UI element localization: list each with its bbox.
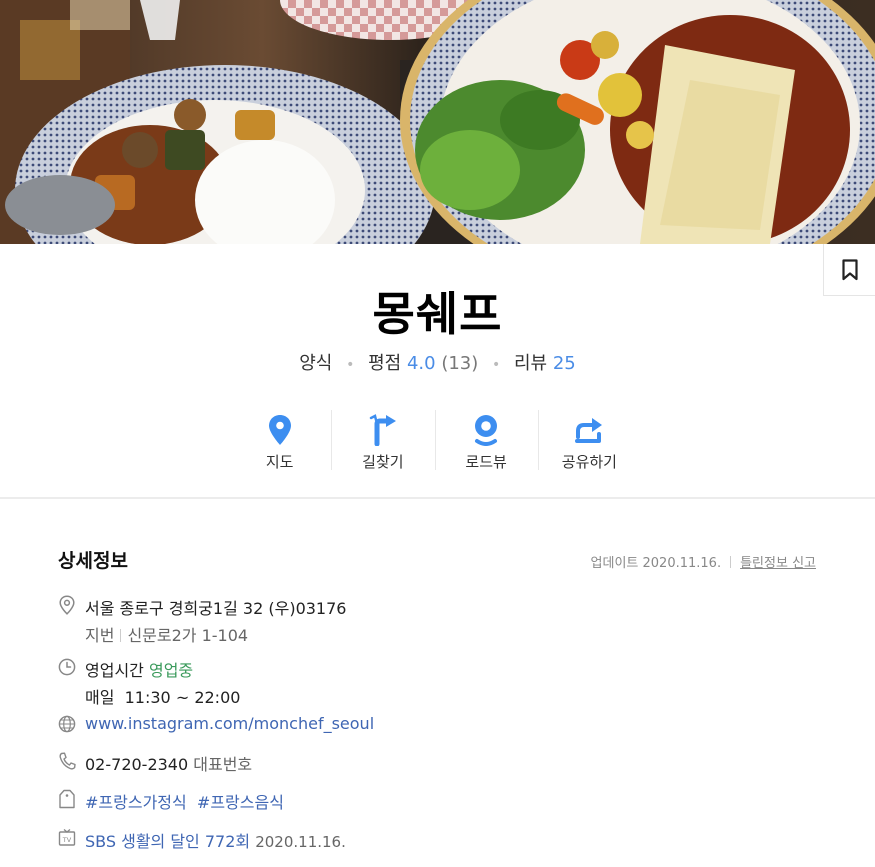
directions-button-label: 길찾기 (362, 453, 404, 471)
meta-separator: • (492, 357, 501, 373)
phone-number[interactable]: 02-720-2340 (85, 755, 188, 774)
tag-link[interactable]: #프랑스가정식 (85, 793, 187, 812)
section-divider (0, 497, 875, 499)
map-pin-icon (268, 414, 291, 445)
hours-detail: 매일 11:30 ~ 22:00 (85, 684, 240, 708)
location-icon (59, 595, 75, 615)
svg-text:TV: TV (62, 836, 72, 844)
tv-icon: TV (58, 829, 76, 846)
update-info: 업데이트 2020.11.16. 틀린정보 신고 (591, 552, 816, 571)
phone-icon (59, 752, 76, 770)
review-count[interactable]: 25 (553, 353, 576, 374)
tags-list: #프랑스가정식 #프랑스음식 (85, 789, 284, 813)
rating-count: (13) (441, 353, 479, 374)
hours-status: 영업중 (148, 661, 194, 680)
globe-icon (58, 715, 76, 733)
review-label: 리뷰 (514, 353, 548, 374)
clock-icon (58, 658, 76, 676)
tv-program-link[interactable]: SBS 생활의 달인 772회 (85, 832, 250, 851)
place-category: 양식 (299, 353, 333, 374)
report-error-link[interactable]: 틀린정보 신고 (740, 556, 816, 571)
website-link[interactable]: www.instagram.com/monchef_seoul (85, 714, 374, 733)
hours-label: 영업시간 (85, 661, 144, 680)
tag-link[interactable]: #프랑스음식 (197, 793, 284, 812)
share-button-label: 공유하기 (561, 453, 617, 471)
lot-value: 신문로2가 1-104 (127, 626, 249, 645)
hours-header: 영업시간 영업중 (85, 657, 193, 681)
updated-date: 업데이트 2020.11.16. (590, 556, 722, 571)
place-title: 몽쉐프 (372, 287, 503, 341)
tag-icon (59, 789, 75, 809)
phone-info: 02-720-2340 대표번호 (85, 751, 252, 775)
tv-date: 2020.11.16. (255, 833, 346, 851)
meta-separator: • (346, 357, 355, 373)
share-icon (575, 417, 603, 443)
directions-icon (369, 413, 396, 446)
action-bar: 지도 길찾기 로드뷰 공유하기 (228, 408, 641, 472)
roadview-button[interactable]: 로드뷰 (434, 408, 538, 472)
hours-days: 매일 (85, 688, 115, 707)
tv-info: SBS 생활의 달인 772회 2020.11.16. (85, 828, 346, 852)
map-button-label: 지도 (265, 453, 294, 471)
place-meta: 양식 • 평점 4.0 (13) • 리뷰 25 (0, 349, 875, 375)
details-title: 상세정보 (58, 550, 128, 572)
share-button[interactable]: 공유하기 (537, 408, 641, 472)
lot-label: 지번 (85, 626, 115, 645)
roadview-button-label: 로드뷰 (465, 453, 507, 471)
hero-photo (0, 0, 875, 244)
phone-label: 대표번호 (193, 755, 253, 774)
lot-address: 지번 신문로2가 1-104 (85, 622, 248, 646)
rating-label: 평점 (368, 353, 402, 374)
address-text: 서울 종로구 경희궁1길 32 (우)03176 (85, 599, 347, 618)
hours-time: 11:30 ~ 22:00 (124, 688, 241, 707)
map-button[interactable]: 지도 (228, 408, 331, 472)
roadview-icon (475, 414, 498, 446)
directions-button[interactable]: 길찾기 (331, 408, 434, 472)
rating-value[interactable]: 4.0 (407, 353, 436, 374)
